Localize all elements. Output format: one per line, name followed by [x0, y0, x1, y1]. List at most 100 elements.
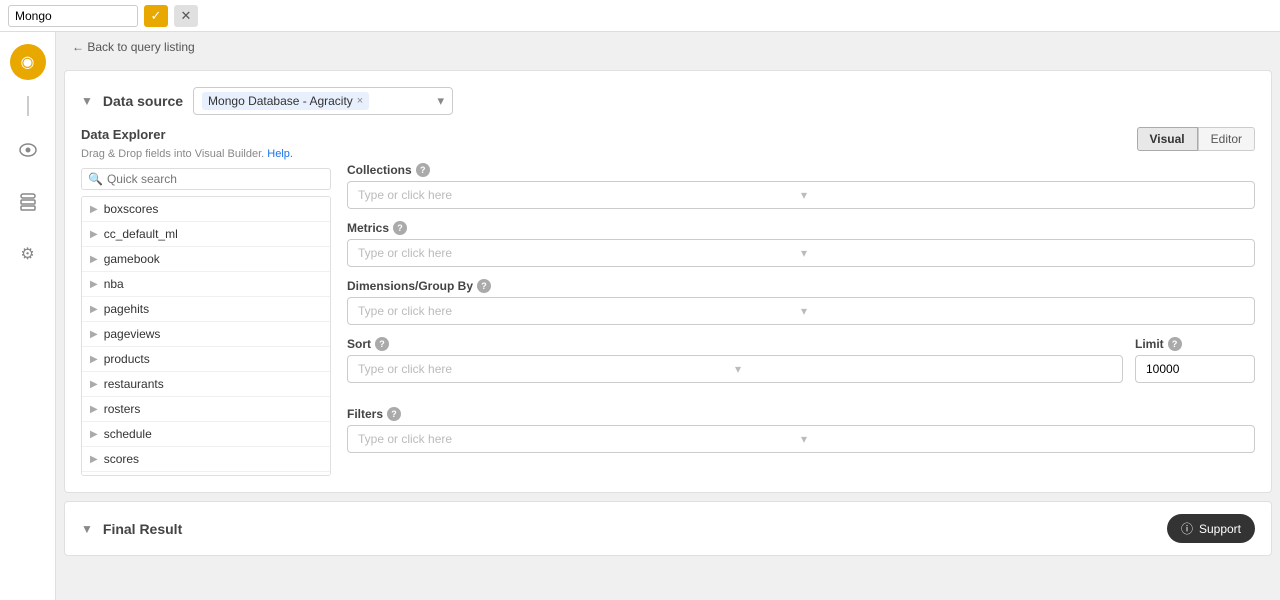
query-section: ▼ Data source Mongo Database - Agracity … — [64, 70, 1272, 493]
final-toggle[interactable]: ▼ — [81, 522, 93, 536]
coll-expand-icon: ▶ — [90, 454, 98, 465]
limit-group: Limit ? — [1135, 337, 1255, 383]
support-button[interactable]: ⓘ Support — [1167, 514, 1255, 543]
collections-select[interactable]: Type or click here ▾ — [347, 181, 1255, 209]
metrics-help-icon[interactable]: ? — [393, 221, 407, 235]
list-item[interactable]: ▶sendingActivity — [82, 472, 330, 476]
final-section: ▼ Final Result ⓘ Support — [64, 501, 1272, 556]
sort-group: Sort ? Type or click here ▾ — [347, 337, 1123, 383]
limit-label: Limit ? — [1135, 337, 1255, 351]
datasource-header: ▼ Data source Mongo Database - Agracity … — [81, 87, 1255, 115]
visual-view-button[interactable]: Visual — [1137, 127, 1198, 151]
coll-expand-icon: ▶ — [90, 229, 98, 240]
final-header: ▼ Final Result — [81, 521, 182, 537]
coll-expand-icon: ▶ — [90, 329, 98, 340]
coll-expand-icon: ▶ — [90, 429, 98, 440]
dimensions-group: Dimensions/Group By ? Type or click here… — [347, 279, 1255, 325]
explorer-title: Data Explorer — [81, 127, 331, 142]
collection-name: scores — [104, 452, 139, 466]
datasource-title: Data source — [103, 93, 183, 109]
coll-expand-icon: ▶ — [90, 404, 98, 415]
list-item[interactable]: ▶ gamebook — [82, 247, 330, 272]
list-item[interactable]: ▶ pageviews — [82, 322, 330, 347]
dimensions-label: Dimensions/Group By ? — [347, 279, 1255, 293]
support-label: Support — [1199, 522, 1241, 536]
filters-group: Filters ? Type or click here ▾ — [347, 407, 1255, 453]
filters-arrow-icon: ▾ — [801, 432, 1244, 446]
datasource-tag-close[interactable]: × — [357, 95, 363, 107]
coll-expand-icon: ▶ — [90, 354, 98, 365]
list-item[interactable]: ▶ restaurants — [82, 372, 330, 397]
list-item[interactable]: ▶rosters — [82, 397, 330, 422]
sort-label: Sort ? — [347, 337, 1123, 351]
filters-label: Filters ? — [347, 407, 1255, 421]
list-item[interactable]: ▶ boxscores — [82, 197, 330, 222]
metrics-label: Metrics ? — [347, 221, 1255, 235]
search-box: 🔍 — [81, 168, 331, 190]
limit-help-icon[interactable]: ? — [1168, 337, 1182, 351]
query-builder: Visual Editor Collections ? Type or clic… — [347, 127, 1255, 476]
editor-view-button[interactable]: Editor — [1198, 127, 1255, 151]
filters-select[interactable]: Type or click here ▾ — [347, 425, 1255, 453]
content-area: ← Back to query listing ▼ Data source Mo… — [56, 32, 1280, 600]
search-input[interactable] — [107, 172, 324, 186]
collection-name: cc_default_ml — [104, 227, 178, 241]
sidebar-icons: ◉ ⚙ — [0, 32, 56, 600]
metrics-arrow-icon: ▾ — [801, 246, 1244, 260]
collections-group: Collections ? Type or click here ▾ — [347, 163, 1255, 209]
coll-expand-icon: ▶ — [90, 254, 98, 265]
final-title: Final Result — [103, 521, 182, 537]
sort-select[interactable]: Type or click here ▾ — [347, 355, 1123, 383]
collection-name: pageviews — [104, 327, 161, 341]
dimensions-help-icon[interactable]: ? — [477, 279, 491, 293]
dimensions-select[interactable]: Type or click here ▾ — [347, 297, 1255, 325]
query-name-input[interactable] — [8, 5, 138, 27]
datasource-tag-label: Mongo Database - Agracity — [208, 94, 353, 108]
sort-limit-row: Sort ? Type or click here ▾ Limit — [347, 337, 1255, 395]
explorer-help-link[interactable]: Help. — [267, 148, 293, 160]
collections-help-icon[interactable]: ? — [416, 163, 430, 177]
datasource-tag: Mongo Database - Agracity × — [202, 92, 369, 110]
datasource-arrow-icon: ▾ — [438, 93, 445, 109]
collections-arrow-icon: ▾ — [801, 188, 1244, 202]
collections-label: Collections ? — [347, 163, 1255, 177]
sort-help-icon[interactable]: ? — [375, 337, 389, 351]
divider — [27, 96, 29, 116]
datasource-toggle[interactable]: ▼ — [81, 94, 93, 108]
metrics-select[interactable]: Type or click here ▾ — [347, 239, 1255, 267]
list-item[interactable]: ▶ nba — [82, 272, 330, 297]
view-toggle: Visual Editor — [347, 127, 1255, 151]
gear-icon[interactable]: ⚙ — [10, 236, 46, 272]
support-icon: ⓘ — [1181, 520, 1193, 537]
list-item[interactable]: ▶ schedule — [82, 422, 330, 447]
list-item[interactable]: ▶pagehits — [82, 297, 330, 322]
back-link[interactable]: ← Back to query listing — [56, 32, 1280, 62]
location-icon[interactable]: ◉ — [10, 44, 46, 80]
cancel-button[interactable]: ✕ — [174, 5, 198, 27]
list-item[interactable]: ▶ scores — [82, 447, 330, 472]
limit-input[interactable] — [1135, 355, 1255, 383]
collection-name: restaurants — [104, 377, 164, 391]
explorer-hint: Drag & Drop fields into Visual Builder. … — [81, 148, 331, 160]
list-item[interactable]: ▶ cc_default_ml — [82, 222, 330, 247]
coll-expand-icon: ▶ — [90, 204, 98, 215]
collection-name: boxscores — [104, 202, 159, 216]
filters-help-icon[interactable]: ? — [387, 407, 401, 421]
confirm-button[interactable]: ✓ — [144, 5, 168, 27]
collection-name: gamebook — [104, 252, 160, 266]
list-item[interactable]: ▶ products — [82, 347, 330, 372]
body-row: Data Explorer Drag & Drop fields into Vi… — [81, 127, 1255, 476]
collection-name: products — [104, 352, 150, 366]
coll-expand-icon: ▶ — [90, 379, 98, 390]
main-layout: ◉ ⚙ ← Back to query listing ▼ Data sourc… — [0, 32, 1280, 600]
dimensions-arrow-icon: ▾ — [801, 304, 1244, 318]
coll-expand-icon: ▶ — [90, 279, 98, 290]
collection-name: pagehits — [104, 302, 149, 316]
datasource-select[interactable]: Mongo Database - Agracity × ▾ — [193, 87, 453, 115]
database-icon[interactable] — [10, 184, 46, 220]
collection-name: nba — [104, 277, 124, 291]
sort-arrow-icon: ▾ — [735, 362, 1112, 376]
collection-name: schedule — [104, 427, 152, 441]
eye-icon[interactable] — [10, 132, 46, 168]
search-icon: 🔍 — [88, 172, 103, 186]
